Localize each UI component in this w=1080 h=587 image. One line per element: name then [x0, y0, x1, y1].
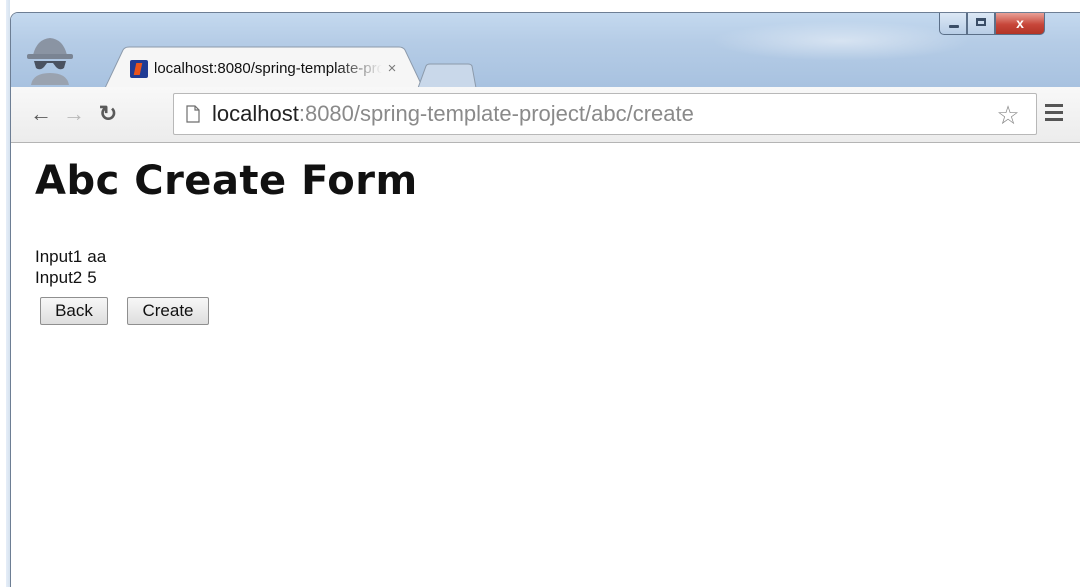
field-value: aa: [87, 247, 107, 266]
url-host: localhost: [212, 101, 299, 126]
back-button[interactable]: Back: [40, 297, 108, 325]
page-content: Abc Create Form Input1 aa Input2 5 Back Cr…: [11, 143, 1080, 587]
window-controls: x: [931, 13, 1080, 37]
close-window-label: x: [1016, 15, 1024, 31]
title-bar: localhost:8080/spring-template-project/a…: [11, 13, 1080, 89]
maximize-button[interactable]: [967, 13, 995, 35]
field-input1: Input1 aa: [35, 247, 106, 267]
forward-arrow-icon[interactable]: →: [61, 101, 87, 127]
menu-icon[interactable]: [1045, 104, 1063, 124]
address-bar[interactable]: localhost:8080/spring-template-project/a…: [173, 93, 1037, 135]
url-path: :8080/spring-template-project/abc/create: [298, 101, 694, 126]
create-button[interactable]: Create: [127, 297, 209, 325]
field-label: Input1: [35, 247, 83, 266]
desktop-edge: [0, 0, 10, 587]
new-tab-button[interactable]: [416, 63, 478, 89]
browser-toolbar: ← → ↻ localhost:8080/spring-template-pro…: [11, 87, 1080, 143]
page-title: Abc Create Form: [35, 158, 418, 204]
bookmark-star-icon[interactable]: ☆: [994, 101, 1022, 129]
page-icon: [186, 105, 200, 123]
tab-active[interactable]: localhost:8080/spring-template-project/a…: [105, 46, 423, 88]
reload-icon[interactable]: ↻: [95, 101, 121, 127]
tab-title: localhost:8080/spring-template-project/a…: [154, 60, 382, 77]
favicon-icon: [130, 60, 148, 78]
field-input2: Input2 5: [35, 268, 97, 288]
close-window-button[interactable]: x: [995, 13, 1045, 35]
field-value: 5: [87, 268, 97, 287]
url-text: localhost:8080/spring-template-project/a…: [212, 94, 694, 134]
tab-close-icon[interactable]: ×: [385, 60, 399, 78]
browser-window: localhost:8080/spring-template-project/a…: [10, 12, 1080, 587]
field-label: Input2: [35, 268, 83, 287]
back-arrow-icon[interactable]: ←: [28, 101, 54, 127]
minimize-button[interactable]: [939, 13, 967, 35]
incognito-icon: [27, 38, 73, 85]
